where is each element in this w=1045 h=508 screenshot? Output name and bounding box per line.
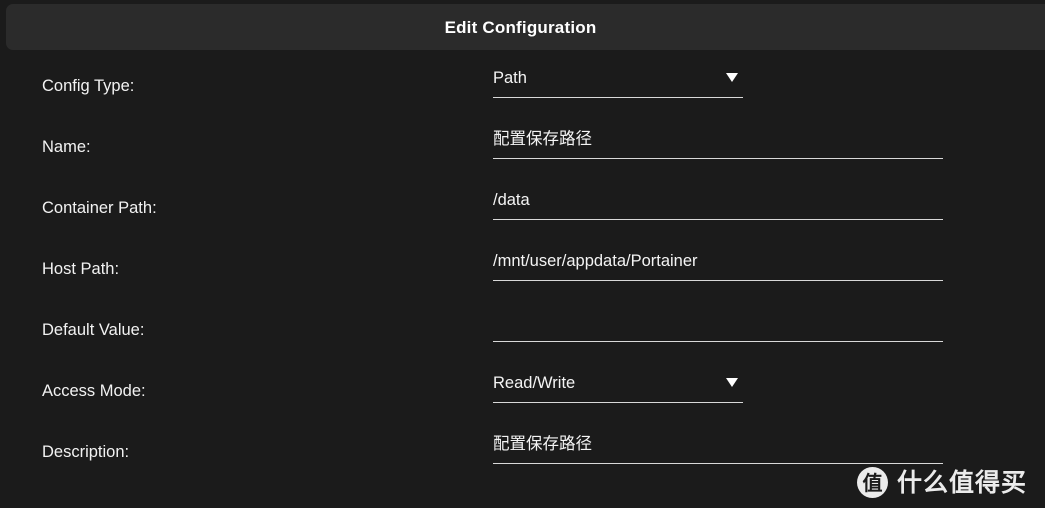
access-mode-value: Read/Write <box>493 374 576 392</box>
chevron-down-icon <box>726 378 738 387</box>
name-underline <box>493 158 943 159</box>
form-row-container-path: Container Path: /data <box>0 172 1045 233</box>
watermark: 值 什么值得买 <box>856 467 1027 498</box>
config-type-value: Path <box>493 69 527 87</box>
chevron-down-icon <box>726 73 738 82</box>
form-row-default-value: Default Value: <box>0 294 1045 355</box>
description-value: 配置保存路径 <box>493 435 592 453</box>
label-access-mode: Access Mode: <box>42 382 146 400</box>
name-value: 配置保存路径 <box>493 130 592 148</box>
name-input[interactable]: 配置保存路径 <box>493 131 943 151</box>
form-row-access-mode: Access Mode: Read/Write <box>0 355 1045 416</box>
form-row-config-type: Config Type: Path <box>0 50 1045 111</box>
config-type-underline <box>493 97 743 98</box>
label-name: Name: <box>42 138 91 156</box>
label-container-path: Container Path: <box>42 199 157 217</box>
container-path-value: /data <box>493 191 530 209</box>
access-mode-select[interactable]: Read/Write <box>493 375 743 395</box>
container-path-underline <box>493 219 943 220</box>
default-value-input[interactable] <box>493 314 943 334</box>
host-path-input[interactable]: /mnt/user/appdata/Portainer <box>493 253 943 273</box>
label-config-type: Config Type: <box>42 77 135 95</box>
host-path-underline <box>493 280 943 281</box>
dialog-title: Edit Configuration <box>444 17 597 37</box>
default-value-underline <box>493 341 943 342</box>
form-row-host-path: Host Path: /mnt/user/appdata/Portainer <box>0 233 1045 294</box>
host-path-value: /mnt/user/appdata/Portainer <box>493 252 698 270</box>
container-path-input[interactable]: /data <box>493 192 943 212</box>
edit-configuration-dialog: Edit Configuration Config Type: Path Nam… <box>0 0 1045 508</box>
dialog-header: Edit Configuration <box>0 4 1045 50</box>
configuration-form: Config Type: Path Name: 配置保存路径 Container… <box>0 50 1045 477</box>
access-mode-underline <box>493 402 743 403</box>
label-default-value: Default Value: <box>42 321 145 339</box>
label-description: Description: <box>42 443 130 461</box>
config-type-select[interactable]: Path <box>493 70 743 90</box>
watermark-badge-icon: 值 <box>856 467 888 498</box>
watermark-text: 什么值得买 <box>896 468 1027 497</box>
form-row-name: Name: 配置保存路径 <box>0 111 1045 172</box>
default-value-value <box>493 314 943 334</box>
label-host-path: Host Path: <box>42 260 120 278</box>
header-bar: Edit Configuration <box>6 4 1045 50</box>
description-input[interactable]: 配置保存路径 <box>493 436 943 456</box>
description-underline <box>493 463 943 464</box>
